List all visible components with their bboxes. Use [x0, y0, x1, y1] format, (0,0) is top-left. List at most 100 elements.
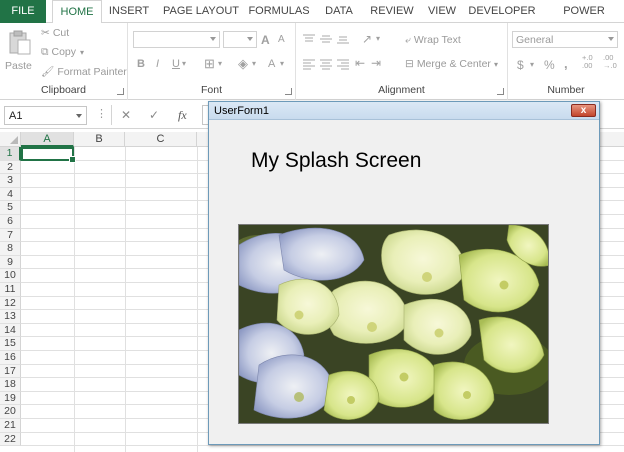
tab-file[interactable]: FILE	[0, 0, 46, 23]
column-header-c[interactable]: C	[125, 132, 197, 147]
chevron-down-icon	[247, 37, 253, 41]
tab-page-layout[interactable]: PAGE LAYOUT	[160, 0, 242, 23]
cancel-icon[interactable]: ✕	[121, 108, 131, 122]
row-header[interactable]: 6	[0, 215, 21, 229]
paste-button[interactable]: Paste	[5, 27, 35, 79]
copy-button[interactable]: ⧉ Copy ▾	[41, 46, 87, 59]
currency-button[interactable]: $	[517, 58, 524, 72]
grid-line	[125, 147, 126, 452]
row-header[interactable]: 11	[0, 283, 21, 297]
insert-function-button[interactable]: fx	[178, 108, 187, 123]
row-header[interactable]: 5	[0, 201, 21, 215]
chevron-down-icon[interactable]: ▾	[182, 59, 186, 68]
align-right-icon[interactable]	[336, 58, 350, 70]
cut-button[interactable]: ✂ Cut	[41, 27, 69, 39]
row-header[interactable]: 7	[0, 228, 21, 243]
userform-title-bar[interactable]: UserForm1 x	[209, 102, 599, 120]
increase-decimal-button[interactable]: +.0 .00	[582, 54, 593, 70]
chevron-down-icon[interactable]: ▾	[280, 59, 284, 68]
tab-insert[interactable]: INSERT	[106, 0, 152, 23]
font-launcher-icon[interactable]	[285, 88, 292, 95]
bold-button[interactable]: B	[137, 58, 145, 70]
top-align-icon[interactable]	[302, 33, 316, 45]
clipboard-launcher-icon[interactable]	[117, 88, 124, 95]
alignment-launcher-icon[interactable]	[497, 88, 504, 95]
row-header[interactable]: 9	[0, 255, 21, 270]
row-header[interactable]: 20	[0, 405, 21, 419]
row-header[interactable]: 1	[0, 147, 21, 161]
font-size-combo[interactable]	[223, 31, 257, 48]
decrease-indent-icon[interactable]: ⇤	[355, 56, 365, 70]
alignment-group-label: Alignment	[378, 84, 425, 96]
chevron-down-icon[interactable]: ▾	[376, 34, 380, 43]
column-header-a[interactable]: A	[21, 132, 74, 147]
more-options-icon[interactable]: ⋮	[96, 107, 107, 120]
copy-icon: ⧉	[41, 46, 49, 58]
column-header-b[interactable]: B	[74, 132, 125, 147]
grow-font-button[interactable]: A	[261, 33, 270, 47]
close-button[interactable]: x	[571, 104, 596, 117]
active-cell-a1[interactable]	[21, 147, 76, 163]
row-header[interactable]: 2	[0, 160, 21, 175]
chevron-down-icon[interactable]: ▾	[252, 59, 256, 68]
chevron-down-icon	[608, 37, 614, 41]
align-left-icon[interactable]	[302, 58, 316, 70]
align-center-icon[interactable]	[319, 58, 333, 70]
number-format-value: General	[516, 34, 554, 46]
fill-color-icon[interactable]: ◈	[238, 56, 248, 72]
clipboard-group-label: Clipboard	[41, 84, 86, 96]
number-group-label: Number	[547, 84, 585, 96]
merge-center-button[interactable]: ⊟ Merge & Center ▾	[405, 58, 501, 70]
row-header[interactable]: 3	[0, 174, 21, 188]
decrease-decimal-button[interactable]: .00 →.0	[603, 54, 617, 70]
underline-button[interactable]: U	[172, 58, 180, 70]
font-color-button[interactable]: A	[268, 58, 275, 70]
tab-home[interactable]: HOME	[52, 0, 102, 24]
row-header[interactable]: 22	[0, 432, 21, 447]
row-header[interactable]: 15	[0, 337, 21, 351]
formula-bar-divider	[111, 105, 112, 125]
row-header[interactable]: 17	[0, 364, 21, 379]
format-painter-button[interactable]: 🖌 Format Painter	[41, 65, 127, 78]
tab-power-query[interactable]: POWER QUERY	[544, 0, 624, 40]
row-header[interactable]: 4	[0, 187, 21, 202]
tab-view[interactable]: VIEW	[423, 0, 461, 23]
row-header[interactable]: 8	[0, 242, 21, 256]
tab-formulas[interactable]: FORMULAS	[248, 0, 310, 23]
tab-data[interactable]: DATA	[318, 0, 360, 23]
merge-center-label: Merge & Center	[416, 58, 491, 70]
row-header[interactable]: 10	[0, 269, 21, 283]
bottom-align-icon[interactable]	[336, 33, 350, 45]
italic-button[interactable]: I	[156, 58, 159, 70]
row-header[interactable]: 19	[0, 391, 21, 406]
row-header[interactable]: 14	[0, 323, 21, 338]
number-format-combo[interactable]: General	[512, 31, 618, 48]
font-name-combo[interactable]	[133, 31, 220, 48]
tab-developer[interactable]: DEVELOPER	[468, 0, 536, 23]
wrap-text-button[interactable]: ⤶ Wrap Text	[405, 34, 461, 47]
increase-indent-icon[interactable]: ⇥	[371, 56, 381, 70]
row-header[interactable]: 18	[0, 378, 21, 392]
select-all-button[interactable]	[0, 132, 21, 147]
row-header[interactable]: 13	[0, 310, 21, 324]
paste-label: Paste	[5, 60, 32, 72]
wrap-text-icon: ⤶	[405, 34, 411, 46]
enter-icon[interactable]: ✓	[149, 108, 159, 122]
ribbon-tab-bar: FILE HOME INSERT PAGE LAYOUT FORMULAS DA…	[0, 0, 624, 40]
scissors-icon: ✂	[41, 27, 50, 39]
font-group-label: Font	[200, 84, 222, 96]
alignment-group: ↗ ▾ ⇤ ⇥ ⤶ Wrap Text ⊟ Merge & Center ▾ Alig…	[296, 23, 508, 100]
name-box[interactable]: A1	[4, 106, 87, 125]
row-header[interactable]: 16	[0, 351, 21, 365]
middle-align-icon[interactable]	[319, 33, 333, 45]
borders-icon[interactable]: ⊞	[204, 56, 215, 72]
row-header[interactable]: 21	[0, 419, 21, 433]
orientation-icon[interactable]: ↗	[362, 32, 372, 46]
shrink-font-button[interactable]: A	[278, 34, 285, 45]
row-header[interactable]: 12	[0, 296, 21, 311]
chevron-down-icon[interactable]: ▾	[530, 60, 534, 69]
comma-button[interactable]: ,	[564, 56, 568, 71]
chevron-down-icon[interactable]: ▾	[218, 59, 222, 68]
tab-review[interactable]: REVIEW	[368, 0, 416, 23]
percent-button[interactable]: %	[544, 58, 555, 72]
